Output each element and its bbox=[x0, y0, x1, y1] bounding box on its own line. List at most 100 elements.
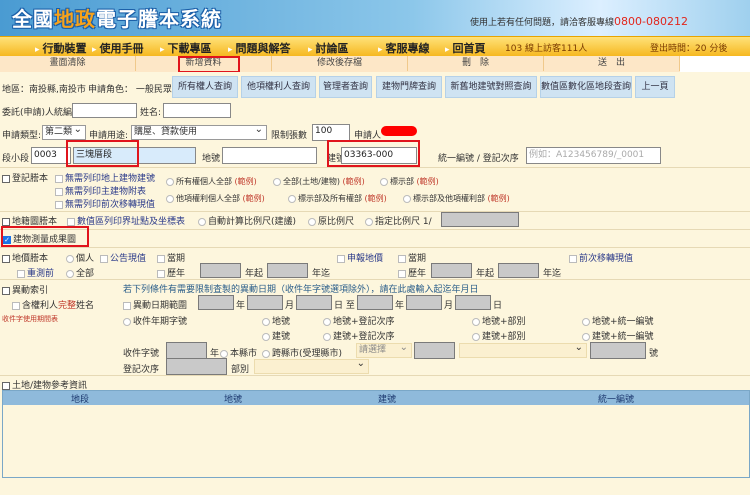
opt-current-2[interactable]: 當期 bbox=[398, 251, 426, 264]
radio-custom-scale[interactable]: 指定比例尺 1/ bbox=[365, 214, 432, 227]
radio-auto-scale[interactable]: 自動計算比例尺(建議) bbox=[198, 214, 296, 227]
scale-input[interactable] bbox=[441, 212, 519, 227]
highlight-add-data bbox=[178, 56, 240, 73]
radio-personal[interactable]: 個人 bbox=[66, 251, 94, 264]
nav-service[interactable]: 客服專線 bbox=[378, 40, 430, 56]
radio-building-no[interactable]: 建號 bbox=[262, 329, 290, 342]
owner-query-button[interactable]: 所有權人查詢 bbox=[172, 76, 238, 98]
clear-button[interactable]: 畫面清除 bbox=[0, 56, 136, 71]
numeric-section-query-button[interactable]: 數值區數化區地段查詢 bbox=[540, 76, 632, 98]
radio-original-scale[interactable]: 原比例尺 bbox=[308, 214, 354, 227]
role-info: 申請角色： 一般民眾 bbox=[88, 85, 172, 95]
delete-button[interactable]: 刪 除 bbox=[408, 56, 544, 71]
receipt-year-input[interactable] bbox=[166, 342, 207, 359]
radio-land-reg-order[interactable]: 地號+登記次序 bbox=[323, 314, 395, 327]
radio-building-reg-order[interactable]: 建號+登記次序 bbox=[323, 329, 395, 342]
from-day-input[interactable] bbox=[296, 295, 332, 310]
site-logo[interactable]: 全國地政電子謄本系統 bbox=[12, 3, 222, 32]
col-uid: 統一編號 bbox=[598, 395, 635, 405]
uid-input[interactable]: 例如：A123456789/_0001 bbox=[526, 147, 661, 164]
to-day-input[interactable] bbox=[455, 295, 491, 310]
previous-page-button[interactable]: 上一頁 bbox=[635, 76, 675, 98]
receipt-word-input[interactable] bbox=[414, 342, 455, 359]
nav-mobile[interactable]: 行動裝置 bbox=[35, 40, 87, 56]
submit-button[interactable]: 送 出 bbox=[544, 56, 680, 71]
other-right-query-button[interactable]: 他項權利人查詢 bbox=[241, 76, 316, 98]
nav-download[interactable]: 下載專區 bbox=[160, 40, 212, 56]
m-label-2: 月 bbox=[444, 301, 454, 311]
receipt-period-table-link[interactable]: 收件字使用期間表 bbox=[2, 314, 58, 324]
opt-declared-value[interactable]: 申報地價 bbox=[337, 251, 383, 264]
reg-order-label: 登記次序 bbox=[123, 365, 160, 375]
opt-no-prev-value[interactable]: 無需列印前次移轉現值 bbox=[55, 197, 155, 210]
redacted-applicant bbox=[381, 126, 417, 136]
opt-current-1[interactable]: 當期 bbox=[157, 251, 185, 264]
radio-land-part[interactable]: 地號+部別 bbox=[472, 314, 526, 327]
radio-owner-all[interactable]: 所有權個人全部 (範例) bbox=[166, 176, 257, 187]
date-hint: 若下列條件有需要限制査製的異動日期（收件年字號選項除外），請在此處輸入起迄年月日 bbox=[123, 285, 479, 295]
registration-checkbox[interactable]: 登記謄本 bbox=[2, 171, 48, 184]
nav-faq[interactable]: 問題與解答 bbox=[228, 40, 291, 56]
manager-query-button[interactable]: 管理者查詢 bbox=[319, 76, 372, 98]
col-section: 地段 bbox=[71, 395, 90, 405]
land-no-input[interactable] bbox=[222, 147, 317, 164]
old-new-number-query-button[interactable]: 新舊地建號對照查詢 bbox=[445, 76, 537, 98]
radio-building-uid[interactable]: 建號+統一編號 bbox=[582, 329, 654, 342]
opt-history-2[interactable]: 歷年 bbox=[398, 266, 426, 279]
section-code-input[interactable]: 0003 bbox=[31, 147, 71, 164]
opt-history-1[interactable]: 歷年 bbox=[157, 266, 185, 279]
apply-type-select[interactable]: 第二類 bbox=[42, 123, 86, 140]
nav-forum[interactable]: 討論區 bbox=[308, 40, 349, 56]
radio-other-right-all[interactable]: 他項權利個人全部 (範例) bbox=[166, 193, 265, 204]
receipt-label: 收件字號 bbox=[123, 349, 160, 359]
nav-manual[interactable]: 使用手冊 bbox=[92, 40, 144, 56]
part-select[interactable] bbox=[254, 357, 369, 374]
history1-to-input[interactable] bbox=[267, 263, 308, 278]
radio-label-other-part[interactable]: 標示部及他項權利部 (範例) bbox=[403, 193, 510, 204]
opt-no-annex[interactable]: 無需列印主建物附表 bbox=[55, 184, 146, 197]
purpose-select[interactable]: 購屋、貸款使用 bbox=[131, 123, 267, 140]
opt-announced-value[interactable]: 公告現值 bbox=[100, 251, 146, 264]
history1-from-input[interactable] bbox=[200, 263, 241, 278]
to-year-input[interactable] bbox=[357, 295, 393, 310]
reg-order-input[interactable] bbox=[166, 358, 227, 375]
limit-input[interactable]: 100 bbox=[312, 124, 350, 141]
radio-land-no[interactable]: 地號 bbox=[262, 314, 290, 327]
region-info: 地區：南投縣,南投市 bbox=[2, 85, 86, 95]
radio-label-part[interactable]: 標示部 (範例) bbox=[380, 176, 439, 187]
highlight-survey bbox=[1, 226, 89, 247]
nav-home[interactable]: 回首頁 bbox=[445, 40, 486, 56]
radio-all-land-building[interactable]: 全部(土地/建物) (範例) bbox=[273, 176, 365, 187]
header-banner: 全國地政電子謄本系統 使用上若有任何問題，請洽客服專線0800-080212 bbox=[0, 0, 750, 36]
opt-remeasure[interactable]: 重測前 bbox=[17, 266, 54, 279]
opt-no-building-no[interactable]: 無需列印地上建物建號 bbox=[55, 171, 155, 184]
from-year-input[interactable] bbox=[198, 295, 234, 310]
receipt-word-select[interactable] bbox=[459, 341, 587, 358]
history2-to-input[interactable] bbox=[498, 263, 539, 278]
land-value-checkbox[interactable]: 地價謄本 bbox=[2, 251, 48, 264]
radio-receipt-no[interactable]: 收件年期字號 bbox=[123, 314, 187, 327]
year-to-label: 年迄 bbox=[312, 269, 331, 279]
change-index-checkbox[interactable]: 異動索引 bbox=[2, 283, 48, 296]
radio-cross-county[interactable]: 跨縣市(受理縣市) bbox=[262, 346, 342, 359]
doorplate-query-button[interactable]: 建物門牌查詢 bbox=[376, 76, 442, 98]
save-button[interactable]: 修改後存檔 bbox=[272, 56, 408, 71]
radio-label-owner-part[interactable]: 標示部及所有權部 (範例) bbox=[288, 193, 387, 204]
history2-from-input[interactable] bbox=[431, 263, 472, 278]
year-from-label: 年起 bbox=[245, 269, 264, 279]
client-id-input[interactable] bbox=[72, 103, 137, 118]
opt-full-name[interactable]: 含權利人完整姓名 bbox=[12, 298, 94, 311]
m-label: 月 bbox=[285, 301, 295, 311]
radio-all[interactable]: 全部 bbox=[66, 266, 94, 279]
opt-prev-transfer[interactable]: 前次移轉現值 bbox=[569, 251, 633, 264]
radio-land-uid[interactable]: 地號+統一編號 bbox=[582, 314, 654, 327]
year-from-label-2: 年起 bbox=[476, 269, 495, 279]
opt-date-range[interactable]: 異動日期範圍 bbox=[123, 298, 187, 311]
name-input[interactable] bbox=[163, 103, 231, 118]
table-header: 地段 地號 建號 統一編號 bbox=[3, 391, 749, 405]
radio-building-part[interactable]: 建號+部別 bbox=[472, 329, 526, 342]
from-month-input[interactable] bbox=[247, 295, 283, 310]
to-month-input[interactable] bbox=[406, 295, 442, 310]
receipt-number-input[interactable] bbox=[590, 342, 646, 359]
county-select[interactable]: 請選擇 bbox=[356, 341, 412, 358]
